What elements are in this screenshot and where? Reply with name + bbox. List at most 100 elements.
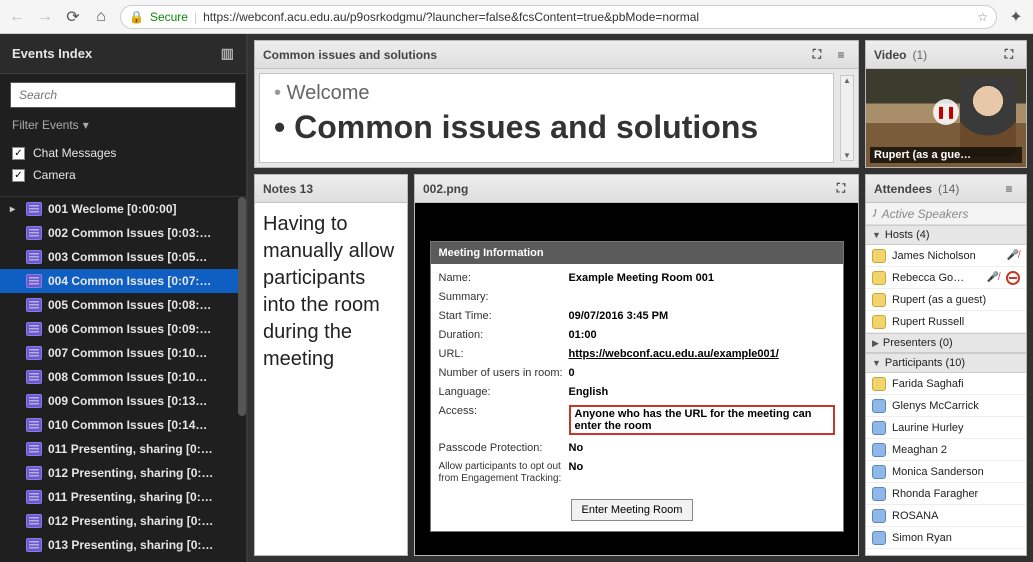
meeting-info-value: 09/07/2016 3:45 PM (569, 310, 835, 322)
event-label: 003 Common Issues [0:05… (48, 250, 207, 264)
expand-icon: ▸ (10, 204, 20, 215)
attendees-title: Attendees (874, 182, 932, 196)
meeting-info-value (569, 291, 835, 303)
event-item[interactable]: 003 Common Issues [0:05… (0, 245, 246, 269)
slide-icon (26, 346, 42, 360)
slide-icon (26, 298, 42, 312)
filter-checkbox[interactable]: ✓Chat Messages (0, 142, 246, 164)
popout-icon[interactable]: ▥ (221, 45, 234, 62)
panel-menu-icon[interactable]: ≡ (832, 46, 850, 64)
video-feed[interactable]: ❚❚ Rupert (as a gue… (866, 69, 1026, 167)
checkbox-icon: ✓ (12, 169, 25, 182)
meeting-info-value: No (569, 442, 835, 454)
forward-button[interactable]: → (36, 8, 54, 26)
event-item[interactable]: 011 Presenting, sharing [0:… (0, 437, 246, 461)
slide-icon (26, 274, 42, 288)
event-item[interactable]: 005 Common Issues [0:08:… (0, 293, 246, 317)
back-button[interactable]: ← (8, 8, 26, 26)
panel-menu-icon[interactable]: ≡ (1000, 180, 1018, 198)
fullscreen-icon[interactable]: ⛶ (1000, 46, 1018, 64)
slide-icon (26, 514, 42, 528)
speaker-icon: 🕽 (872, 206, 876, 221)
meeting-info-value: English (569, 386, 835, 398)
slide-body: Welcome Common issues and solutions (255, 69, 858, 167)
browser-toolbar: ← → ⟳ ⌂ 🔒 Secure | https://webconf.acu.e… (0, 0, 1033, 34)
slide-icon (26, 202, 42, 216)
avatar-icon (872, 399, 886, 413)
fullscreen-icon[interactable]: ⛶ (832, 180, 850, 198)
attendee-group-header[interactable]: ▶Presenters (0) (866, 333, 1026, 353)
meeting-info-value: Anyone who has the URL for the meeting c… (569, 405, 835, 435)
meeting-info-label: Name: (439, 272, 569, 284)
slide-icon (26, 250, 42, 264)
reload-button[interactable]: ⟳ (64, 8, 82, 26)
slide-icon (26, 394, 42, 408)
attendees-count: (14) (938, 182, 959, 196)
attendee-row[interactable]: Rupert (as a guest) (866, 289, 1026, 311)
event-item[interactable]: 007 Common Issues [0:10… (0, 341, 246, 365)
attendee-row[interactable]: Rhonda Faragher (866, 483, 1026, 505)
meeting-info-label: URL: (439, 348, 569, 360)
attendee-row[interactable]: Rupert Russell (866, 311, 1026, 333)
event-item[interactable]: 012 Presenting, sharing [0:… (0, 509, 246, 533)
attendee-group-header[interactable]: ▼Hosts (4) (866, 225, 1026, 245)
event-label: 012 Presenting, sharing [0:… (48, 514, 213, 528)
attendee-group-header[interactable]: ▼Participants (10) (866, 353, 1026, 373)
slide-icon (26, 490, 42, 504)
pause-icon[interactable]: ❚❚ (933, 99, 959, 125)
checkbox-label: Camera (33, 168, 76, 182)
event-item[interactable]: 008 Common Issues [0:10… (0, 365, 246, 389)
chevron-down-icon: ▼ (872, 230, 881, 240)
lock-icon: 🔒 (129, 10, 144, 24)
avatar-icon (872, 531, 886, 545)
slide-icon (26, 226, 42, 240)
attendee-row[interactable]: Meaghan 2 (866, 439, 1026, 461)
attendee-row[interactable]: Laurine Hurley (866, 417, 1026, 439)
avatar-icon (872, 315, 886, 329)
attendee-row[interactable]: ROSANA (866, 505, 1026, 527)
event-item[interactable]: 012 Presenting, sharing [0:… (0, 461, 246, 485)
events-list[interactable]: ▸001 Weclome [0:00:00]002 Common Issues … (0, 196, 246, 562)
event-item[interactable]: 009 Common Issues [0:13… (0, 389, 246, 413)
attendee-row[interactable]: Glenys McCarrick (866, 395, 1026, 417)
event-item[interactable]: ▸001 Weclome [0:00:00] (0, 197, 246, 221)
attendee-name: Simon Ryan (892, 532, 1020, 544)
attendee-row[interactable]: Farida Saghafi (866, 373, 1026, 395)
attendee-row[interactable]: James Nicholson🎤̸ (866, 245, 1026, 267)
attendee-row[interactable]: Simon Ryan (866, 527, 1026, 549)
attendee-row[interactable]: Rebecca Go…🎤̸ (866, 267, 1026, 289)
event-item[interactable]: 013 Presenting, sharing [0:… (0, 533, 246, 557)
mic-off-icon: 🎤̸ (986, 271, 1000, 285)
slide-bullet-1: Welcome (274, 82, 819, 105)
workspace: Events Index ▥ Filter Events ▾ ✓Chat Mes… (0, 34, 1033, 562)
event-item[interactable]: 011 Presenting, sharing [0:… (0, 485, 246, 509)
chevron-down-icon: ▾ (83, 118, 89, 132)
filter-checkbox[interactable]: ✓ Camera (0, 164, 246, 186)
events-search-input[interactable] (10, 82, 236, 108)
attendee-name: Rupert Russell (892, 316, 1020, 328)
meeting-info-label: Start Time: (439, 310, 569, 322)
event-item[interactable]: 004 Common Issues [0:07:… (0, 269, 246, 293)
event-item[interactable]: 010 Common Issues [0:14… (0, 413, 246, 437)
avatar-icon (872, 421, 886, 435)
attendees-list[interactable]: 🕽 Active Speakers ▼Hosts (4)James Nichol… (866, 203, 1026, 555)
extension-icon[interactable]: ✦ (1007, 8, 1025, 26)
notes-panel: Notes 13 Having to manually allow partic… (254, 174, 408, 556)
event-item[interactable]: 006 Common Issues [0:09:… (0, 317, 246, 341)
fullscreen-icon[interactable]: ⛶ (808, 46, 826, 64)
video-caption: Rupert (as a gue… (870, 147, 1022, 163)
filter-events-toggle[interactable]: Filter Events ▾ (0, 116, 246, 142)
meeting-info-value: https://webconf.acu.edu.au/example001/ (569, 348, 835, 360)
event-label: 004 Common Issues [0:07:… (48, 274, 211, 288)
enter-meeting-button[interactable]: Enter Meeting Room (571, 499, 694, 521)
events-scrollbar[interactable] (238, 197, 246, 416)
event-label: 011 Presenting, sharing [0:… (48, 442, 213, 456)
bookmark-icon[interactable]: ☆ (977, 10, 988, 24)
home-button[interactable]: ⌂ (92, 8, 110, 26)
event-item[interactable]: 002 Common Issues [0:03:… (0, 221, 246, 245)
attendee-name: James Nicholson (892, 250, 1000, 262)
address-bar[interactable]: 🔒 Secure | https://webconf.acu.edu.au/p9… (120, 5, 997, 29)
slide-panel-title: Common issues and solutions (263, 48, 437, 62)
attendee-row[interactable]: Monica Sanderson (866, 461, 1026, 483)
slide-scrollbar[interactable] (840, 75, 854, 161)
